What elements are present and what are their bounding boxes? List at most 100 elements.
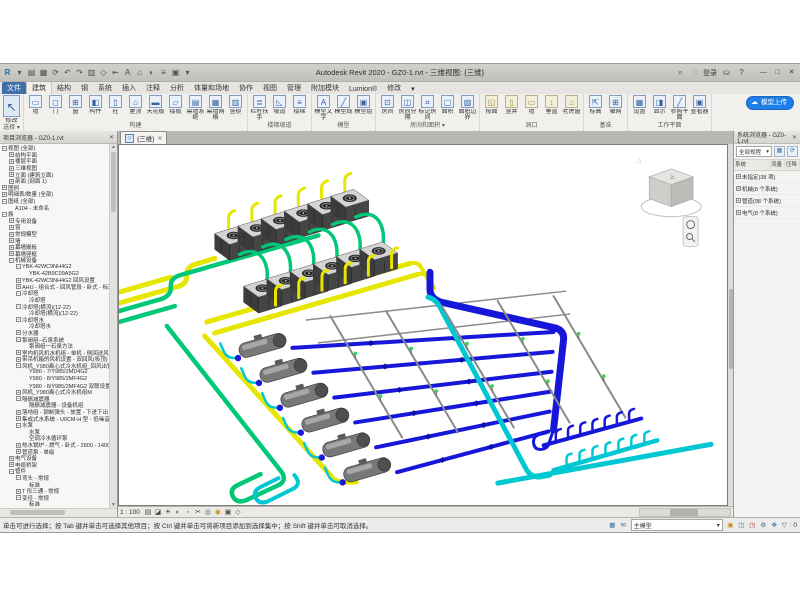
tree-item[interactable]: 冷却塔 (0, 297, 117, 304)
ribbon-button-标记房间[interactable]: ⌗标记房间 (418, 95, 437, 121)
tree-expander-icon[interactable]: − (16, 317, 21, 322)
ribbon-button-显示[interactable]: ◨显示 (650, 95, 669, 115)
tree-expander-icon[interactable]: − (16, 291, 21, 296)
project-browser-vertical-scrollbar[interactable]: ▲ ▼ (109, 144, 117, 509)
tree-expander-icon[interactable]: − (2, 212, 7, 217)
system-browser-row[interactable]: + 未指定(38 项) (734, 171, 800, 183)
open-icon[interactable]: ▤ (26, 67, 37, 78)
tree-item[interactable]: −变径 - 常规 (0, 494, 117, 501)
tree-item[interactable]: 泵阀组一石泉方法 (0, 343, 117, 350)
tree-expander-icon[interactable]: + (9, 166, 14, 171)
ribbon-tab-体量和场地[interactable]: 体量和场地 (189, 82, 234, 94)
app-store-icon[interactable]: ⛀ (721, 67, 732, 78)
scroll-thumb[interactable] (10, 510, 65, 515)
tree-item[interactable]: Y980 - 7/Y985/2MD4G2 (0, 369, 117, 376)
visual-style-icon[interactable]: ◪ (153, 508, 163, 517)
temporary-view-properties-icon[interactable]: ▣ (223, 508, 233, 517)
tree-expander-icon[interactable]: + (16, 284, 21, 289)
tree-item[interactable]: −冷却塔水 (0, 316, 117, 323)
system-browser-column-压降[interactable]: 压降 (785, 160, 800, 170)
project-browser-close-icon[interactable]: ✕ (109, 134, 114, 141)
tree-item[interactable]: +带吊机箱的风机设置 - 双回风(吸顶) - 底部回风 (0, 356, 117, 363)
tree-expander-icon[interactable]: − (9, 258, 14, 263)
tree-item[interactable]: 标准 (0, 501, 117, 508)
tree-item[interactable]: +明细表/数量 (全部) (0, 191, 117, 198)
ribbon-tab-管理[interactable]: 管理 (282, 82, 306, 94)
tree-expander-icon[interactable]: + (9, 232, 14, 237)
view-tab-close-icon[interactable]: ✕ (157, 135, 162, 142)
ribbon-button-面积边界[interactable]: ▧面积边界 (458, 95, 477, 121)
ribbon-button-老虎窗[interactable]: ⌂老虎窗 (562, 95, 581, 115)
chiller-units[interactable] (220, 326, 393, 489)
switch-windows-icon[interactable]: ▣ (170, 67, 181, 78)
ribbon-tab-分析[interactable]: 分析 (165, 82, 189, 94)
tree-item[interactable]: +管道泵 - 单级 (0, 448, 117, 455)
tree-expander-icon[interactable]: − (16, 475, 21, 480)
pipe-mains[interactable] (167, 272, 711, 502)
tree-item[interactable]: +落地组 - 钢制弹头 - 放置 - 下进下出 (0, 409, 117, 416)
row-expander-icon[interactable]: + (736, 210, 741, 215)
tree-item[interactable]: A104 - 未命名 (0, 204, 117, 211)
view-tab-3d[interactable]: ◇ {三维} ✕ (120, 131, 167, 144)
discipline-dropdown[interactable]: 全部规程 ▾ (736, 146, 772, 157)
detail-level-icon[interactable]: ▤ (143, 508, 153, 517)
row-expander-icon[interactable]: + (736, 174, 741, 179)
ribbon-tab-视图[interactable]: 视图 (258, 82, 282, 94)
tree-expander-icon[interactable]: − (16, 304, 21, 309)
tree-item[interactable]: 水泵 (0, 429, 117, 436)
tree-expander-icon[interactable]: + (16, 390, 21, 395)
displacement-icon[interactable]: ◇ (233, 508, 243, 517)
print-icon[interactable]: ▥ (86, 67, 97, 78)
tree-expander-icon[interactable]: + (9, 238, 14, 243)
ribbon-button-墙[interactable]: ▭墙 (522, 95, 541, 115)
tree-expander-icon[interactable]: + (16, 449, 21, 454)
tree-item[interactable]: +墙 (0, 237, 117, 244)
system-browser-column-系统[interactable]: 系统 (734, 160, 770, 170)
tree-item[interactable]: −族 (0, 211, 117, 218)
tree-expander-icon[interactable]: − (16, 264, 21, 269)
active-only-icon[interactable]: ◫ (737, 521, 746, 530)
ribbon-button-模型文字[interactable]: A模型文字 (314, 95, 333, 121)
ribbon-tab-建筑[interactable]: 建筑 (26, 81, 52, 94)
tree-item[interactable]: 隔振减震器 - 设备机组 (0, 402, 117, 409)
tree-expander-icon[interactable]: − (16, 423, 21, 428)
workset-dropdown[interactable]: 主模型 ▾ (631, 519, 723, 531)
ribbon-button-楼板[interactable]: ▱楼板 (166, 95, 185, 115)
measure-icon[interactable]: ◇ (98, 67, 109, 78)
tree-expander-icon[interactable]: + (2, 185, 7, 190)
3d-model-view[interactable]: 上 ⌂ (119, 145, 727, 505)
ribbon-tab-插入[interactable]: 插入 (117, 82, 141, 94)
system-browser-row[interactable]: + 电气(8 个系统) (734, 207, 800, 219)
revit-menu-icon[interactable]: R (2, 67, 13, 78)
scroll-thumb[interactable] (729, 289, 733, 369)
ribbon-button-墙[interactable]: ▭墙 (26, 95, 45, 115)
sync-icon[interactable]: ⟳ (50, 67, 61, 78)
ribbon-button-栏杆扶手[interactable]: ≣栏杆扶手 (250, 95, 269, 121)
minimize-button[interactable]: — (757, 67, 770, 79)
tree-item[interactable]: +结构平面 (0, 152, 117, 159)
ribbon-button-修改[interactable]: ↖修改 (2, 95, 21, 124)
tree-item[interactable]: +剖面 (剖面 1) (0, 178, 117, 185)
cooling-tower-row-back[interactable] (215, 189, 369, 260)
worksets-icon[interactable]: ▦ (608, 521, 617, 530)
ribbon-button-设置[interactable]: ▦设置 (630, 95, 649, 115)
ribbon-button-标高[interactable]: ⇱标高 (586, 95, 605, 115)
default-3d-view-icon[interactable]: ⌂ (134, 67, 145, 78)
tree-item[interactable]: Y980 - 8/Y985/2MF4G2 双联设置 (0, 382, 117, 389)
thin-lines-icon[interactable]: ≡ (158, 67, 169, 78)
canvas-horizontal-scrollbar[interactable] (639, 508, 731, 517)
tree-item[interactable]: +楼层平面 (0, 158, 117, 165)
ribbon-tab-▾[interactable]: ▾ (406, 84, 420, 94)
tree-item[interactable]: +幕墙竖梃 (0, 251, 117, 258)
tree-expander-icon[interactable]: + (9, 456, 14, 461)
tree-item[interactable]: −弯头 - 常规 (0, 475, 117, 482)
tree-item[interactable]: +室内机风机水机组 - 单机 - 侧回送风 - 带接口电盒 (0, 349, 117, 356)
tree-item[interactable]: +专用设备 (0, 218, 117, 225)
crop-view-icon[interactable]: ▫ (183, 508, 193, 517)
customize-qat-icon[interactable]: ▾ (182, 67, 193, 78)
ribbon-button-模型组[interactable]: ▣模型组 (354, 95, 373, 115)
tree-expander-icon[interactable]: + (9, 172, 14, 177)
ribbon-tab-协作[interactable]: 协作 (234, 82, 258, 94)
tree-expander-icon[interactable]: + (9, 462, 14, 467)
tree-expander-icon[interactable]: + (9, 245, 14, 250)
